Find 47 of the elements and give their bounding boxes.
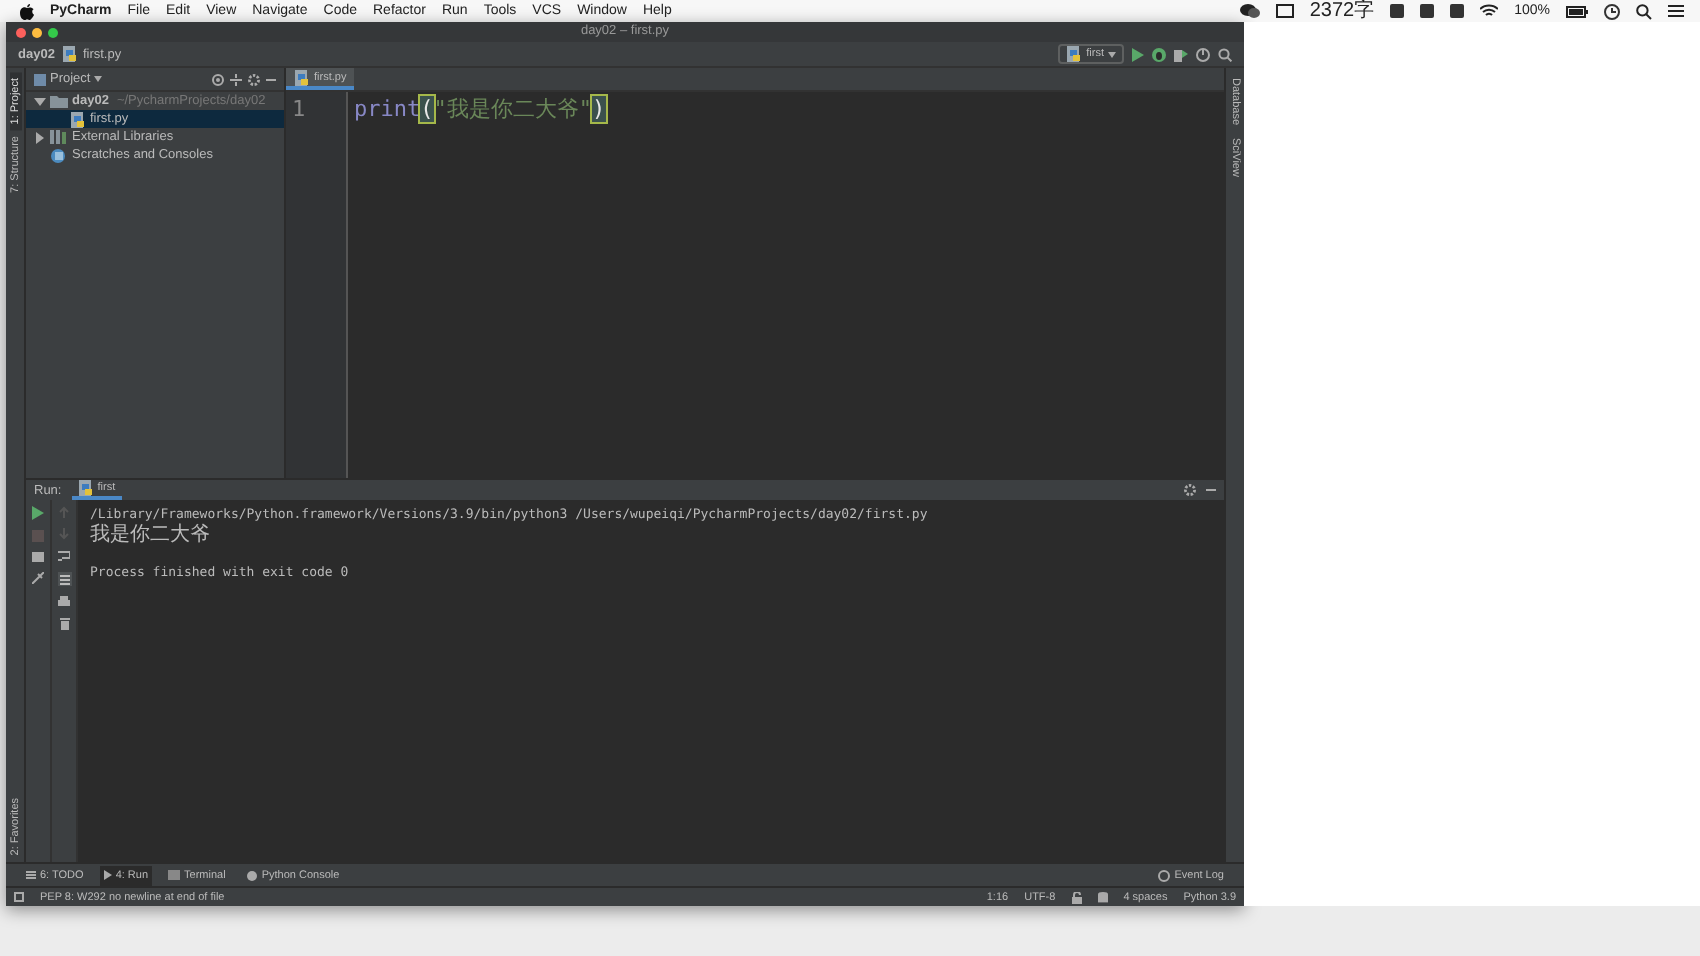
close-button[interactable] — [16, 27, 26, 37]
minimize-button[interactable] — [32, 27, 42, 37]
trash-icon[interactable] — [59, 618, 69, 630]
caret-icon — [1108, 51, 1116, 57]
hide-icon[interactable] — [1206, 484, 1216, 496]
program-output: 我是你二大爷 — [90, 524, 212, 546]
apple-icon — [20, 3, 34, 19]
collapsed-arrow-icon — [34, 131, 46, 143]
hide-icon[interactable] — [266, 73, 276, 85]
settings-icon[interactable] — [1184, 484, 1196, 496]
line-number: 1 — [292, 95, 306, 121]
python-file-icon — [1066, 46, 1083, 62]
soft-wrap-icon[interactable] — [58, 550, 70, 562]
locate-icon[interactable] — [212, 73, 224, 85]
lock-icon[interactable] — [1071, 891, 1082, 903]
panel-icon — [34, 73, 46, 85]
list-icon — [26, 870, 36, 880]
pin-icon[interactable] — [32, 572, 44, 584]
scratches-icon — [50, 147, 68, 163]
database-icon[interactable] — [1097, 891, 1108, 903]
settings-icon[interactable] — [248, 73, 260, 85]
battery-icon[interactable] — [1566, 5, 1588, 17]
run-icon — [103, 870, 112, 880]
python-file-icon — [294, 69, 310, 85]
caret-icon — [94, 76, 103, 82]
code-line: print("我是你二大爷") — [354, 94, 606, 122]
run-icon[interactable] — [1132, 47, 1144, 61]
print-icon[interactable] — [58, 596, 70, 608]
python-file-icon — [77, 480, 94, 496]
expanded-arrow-icon — [34, 95, 46, 107]
library-icon — [50, 130, 68, 144]
python-file-icon — [62, 46, 79, 62]
debug-icon[interactable] — [1152, 47, 1166, 61]
terminal-icon — [168, 870, 181, 880]
python-file-icon — [70, 111, 86, 127]
menu-icon[interactable] — [1668, 4, 1684, 18]
wifi-icon[interactable] — [1480, 4, 1499, 18]
clock-icon[interactable] — [1604, 3, 1620, 19]
screen-icon[interactable] — [1275, 4, 1294, 18]
scroll-end-icon[interactable] — [57, 572, 71, 586]
rerun-icon[interactable] — [32, 506, 44, 520]
search-icon[interactable] — [1636, 3, 1652, 19]
panel-toggle-icon[interactable] — [14, 892, 24, 902]
coverage-icon[interactable] — [1174, 47, 1188, 61]
maximize-button[interactable] — [48, 27, 58, 37]
chat-icon[interactable] — [1239, 4, 1260, 18]
collapse-all-icon[interactable] — [230, 73, 242, 85]
